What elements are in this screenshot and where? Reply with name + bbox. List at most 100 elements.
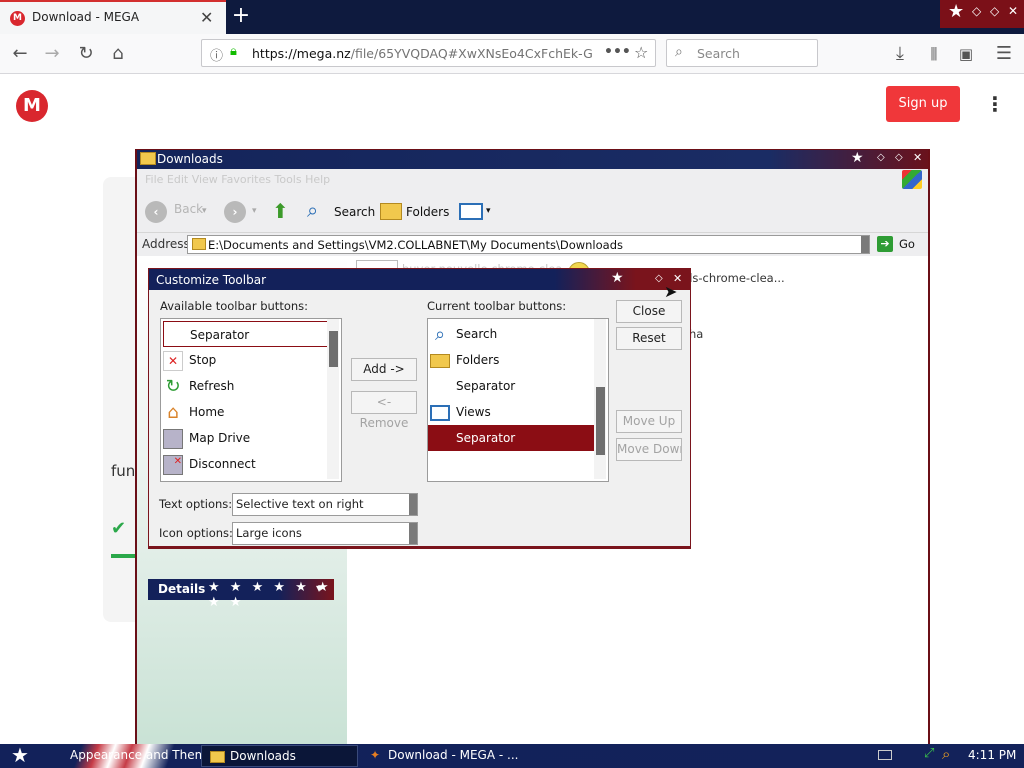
chevron-down-icon[interactable]: ▾	[202, 206, 207, 216]
scrollbar[interactable]	[327, 319, 339, 479]
move-up-button[interactable]: Move Up	[616, 410, 682, 433]
list-item[interactable]: ⌕ Search	[428, 321, 608, 347]
new-tab-icon[interactable]: +	[230, 3, 252, 29]
list-item[interactable]: Views	[428, 399, 608, 425]
current-buttons-list[interactable]: ⌕ Search Folders Separator Views Separat…	[427, 318, 609, 482]
progress-bar	[111, 554, 137, 558]
menubar-labels[interactable]: File Edit View Favorites Tools Help	[145, 173, 330, 186]
bookmark-star-icon[interactable]: ☆	[634, 43, 648, 62]
address-field[interactable]: E:\Documents and Settings\VM2.COLLABNET\…	[187, 235, 870, 254]
maximize-icon[interactable]: ◇	[990, 4, 999, 18]
scrollbar[interactable]	[594, 319, 606, 479]
url-text: https://mega.nz/file/65YVQDAQ#XwXNsEo4Cx…	[252, 46, 593, 61]
help-icon[interactable]: ◇	[655, 273, 663, 284]
move-down-button[interactable]: Move Down	[616, 438, 682, 461]
list-item[interactable]: ⌂ Home	[161, 399, 341, 425]
go-button[interactable]: ➔ Go	[875, 235, 925, 254]
checkmark-icon: ✔	[111, 518, 127, 539]
search-icon[interactable]: ⌕	[942, 745, 950, 763]
minimize-icon[interactable]: ◇	[972, 4, 981, 18]
menu-icon[interactable]: ☰	[992, 42, 1016, 66]
list-item[interactable]: Map Drive	[161, 425, 341, 451]
reload-icon[interactable]: ↻	[74, 42, 98, 66]
up-folder-icon[interactable]: ⬆	[272, 199, 289, 223]
info-icon[interactable]: ⓘ	[210, 45, 223, 64]
start-button[interactable]: ★	[0, 744, 40, 768]
list-item[interactable]: ↻ Refresh	[161, 373, 341, 399]
dropdown-arrow[interactable]	[409, 494, 417, 515]
list-item-selected[interactable]: Separator	[428, 425, 594, 451]
list-item[interactable]: ✕ Disconnect	[161, 451, 341, 477]
chevron-down-icon[interactable]: ▾	[316, 581, 322, 595]
system-clock[interactable]: 4:11 PM	[968, 748, 1016, 762]
page-actions-icon[interactable]: •••	[604, 44, 631, 60]
reset-button[interactable]: Reset	[616, 327, 682, 350]
mouse-cursor-icon: ➤	[664, 282, 678, 301]
address-value: E:\Documents and Settings\VM2.COLLABNET\…	[208, 238, 623, 252]
minimize-icon[interactable]: ◇	[877, 152, 885, 163]
back-button-label[interactable]: Back	[174, 202, 203, 216]
keyboard-icon[interactable]	[878, 750, 892, 760]
text-options-select[interactable]: Selective text on right	[232, 493, 418, 516]
mega-logo[interactable]: M	[16, 90, 48, 122]
dropdown-arrow[interactable]	[409, 523, 417, 544]
close-window-icon[interactable]: ✕	[913, 151, 922, 164]
scrollbar-thumb[interactable]	[329, 331, 338, 367]
sidebar-icon[interactable]: ▣	[954, 42, 978, 66]
add-button[interactable]: Add ->	[351, 358, 417, 381]
file-name[interactable]: lls-chrome-clea...	[686, 271, 785, 285]
home-icon[interactable]: ⌂	[106, 42, 130, 66]
search-icon[interactable]: ⌕	[307, 198, 318, 222]
details-panel-header[interactable]: Details ★ ★ ★ ★ ★ ★ ★ ★ ▾	[148, 579, 334, 610]
forward-icon[interactable]: →	[40, 42, 64, 66]
close-window-icon[interactable]: ✕	[1008, 4, 1018, 18]
icon-options-label: Icon options:	[159, 526, 233, 540]
search-bar[interactable]: ⌕ Search	[666, 39, 818, 67]
folders-icon[interactable]	[380, 203, 402, 220]
text-options-label: Text options:	[159, 497, 233, 511]
explorer-titlebar[interactable]: Downloads ★ ◇ ◇ ✕	[137, 150, 928, 169]
address-dropdown-arrow[interactable]	[861, 236, 869, 253]
taskbar-item-downloads[interactable]: Downloads	[201, 745, 358, 767]
taskbar-item-label: Download - MEGA - ...	[388, 748, 519, 762]
tab-title: Download - MEGA	[32, 10, 140, 24]
list-item[interactable]: Separator	[163, 321, 328, 347]
back-icon[interactable]: ‹	[145, 201, 167, 223]
file-name[interactable]: ha	[689, 327, 703, 341]
forward-icon[interactable]: ›	[224, 201, 246, 223]
lock-icon: 🔒︎	[230, 44, 237, 59]
maximize-icon[interactable]: ◇	[895, 152, 903, 163]
library-icon[interactable]: ⫼	[922, 42, 946, 66]
list-item[interactable]: Folders	[428, 347, 608, 373]
downloads-icon[interactable]: ⤓	[888, 42, 912, 66]
chevron-down-icon[interactable]: ▾	[486, 206, 491, 216]
list-item[interactable]: Separator	[428, 373, 608, 399]
browser-tab[interactable]: M Download - MEGA ✕	[0, 0, 226, 34]
stop-icon: ✕	[163, 351, 183, 371]
address-label: Address	[142, 237, 190, 251]
scrollbar-thumb[interactable]	[596, 387, 605, 455]
close-tab-icon[interactable]: ✕	[200, 8, 213, 27]
signup-button[interactable]: Sign up	[886, 86, 960, 122]
current-buttons-label: Current toolbar buttons:	[427, 299, 567, 313]
more-options-icon[interactable]: ⋮	[985, 92, 1005, 116]
list-item[interactable]: ✕ Stop	[161, 347, 341, 373]
folders-button-label[interactable]: Folders	[406, 205, 449, 219]
dialog-titlebar[interactable]: Customize Toolbar ★ ◇ ✕	[149, 269, 690, 290]
taskbar-item-firefox[interactable]: ✦ Download - MEGA - ...	[362, 745, 522, 767]
go-arrow-icon: ➔	[877, 236, 893, 252]
star-icon: ★	[611, 270, 624, 286]
available-buttons-list[interactable]: Separator ✕ Stop ↻ Refresh ⌂ Home Map Dr…	[160, 318, 342, 482]
remove-button[interactable]: <- Remove	[351, 391, 417, 430]
icon-options-select[interactable]: Large icons	[232, 522, 418, 545]
mega-partial-text: fun	[111, 462, 136, 480]
chevron-down-icon[interactable]: ▾	[252, 206, 257, 216]
back-icon[interactable]: ←	[8, 42, 32, 66]
url-bar[interactable]: ⓘ 🔒︎ https://mega.nz/file/65YVQDAQ#XwXNs…	[201, 39, 656, 67]
network-icon[interactable]: ⤢	[924, 746, 934, 761]
close-button[interactable]: Close	[616, 300, 682, 323]
taskbar-item[interactable]: Appearance and Them	[40, 744, 206, 768]
search-button-label[interactable]: Search	[334, 205, 375, 219]
search-icon: ⌕	[675, 44, 683, 60]
views-icon[interactable]	[459, 203, 483, 220]
